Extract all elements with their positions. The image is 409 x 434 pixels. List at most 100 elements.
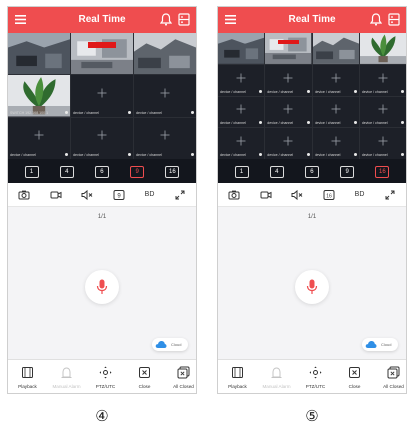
mute-button[interactable] bbox=[291, 189, 303, 201]
status-dot bbox=[65, 110, 68, 114]
cloud-label: Cloud bbox=[171, 341, 182, 347]
split-count-button[interactable]: 16 bbox=[323, 189, 335, 201]
video-cell[interactable]: SWITCH 192.168.100.1 bbox=[8, 75, 70, 117]
close-icon bbox=[349, 367, 360, 378]
bell-icon[interactable] bbox=[160, 13, 172, 26]
status-dot bbox=[259, 89, 263, 93]
split-option-16[interactable]: 16 bbox=[165, 166, 180, 178]
empty-channel-cell[interactable]: device / channel bbox=[312, 64, 359, 96]
bottom-tab-playback[interactable]: Playback bbox=[8, 360, 47, 393]
cloud-icon bbox=[365, 341, 377, 348]
cell-label: device / channel bbox=[73, 110, 99, 115]
bell-icon[interactable] bbox=[370, 13, 382, 26]
split-selector: 1 4 6 9 16 bbox=[8, 161, 196, 183]
split-option-9[interactable]: 9 bbox=[340, 166, 355, 178]
empty-channel-cell[interactable]: device / channel bbox=[134, 117, 196, 159]
fullscreen-button[interactable] bbox=[384, 189, 396, 201]
bottom-tab-label: Playback bbox=[228, 384, 247, 389]
split-option-6[interactable]: 6 bbox=[304, 166, 319, 178]
snapshot-button[interactable] bbox=[18, 189, 30, 201]
figure-caption: ④ bbox=[95, 407, 109, 425]
empty-channel-cell[interactable]: device / channel bbox=[8, 117, 70, 159]
split-option-4[interactable]: 4 bbox=[269, 166, 284, 178]
split-option-6[interactable]: 6 bbox=[94, 166, 109, 178]
recording-indicator bbox=[88, 42, 116, 48]
bottom-tab-ptz[interactable]: PTZ/UTC bbox=[296, 360, 335, 393]
video-cell[interactable] bbox=[265, 33, 312, 64]
bottom-tab-all-closed[interactable]: All Closed bbox=[164, 360, 196, 393]
status-dot bbox=[259, 153, 263, 156]
video-cell[interactable] bbox=[312, 33, 359, 64]
empty-channel-cell[interactable]: device / channel bbox=[71, 75, 133, 117]
video-cell[interactable] bbox=[71, 33, 133, 75]
status-dot bbox=[353, 89, 357, 93]
split-option-1[interactable]: 1 bbox=[24, 166, 39, 178]
empty-channel-cell[interactable]: device / channel bbox=[359, 128, 406, 159]
video-cell[interactable] bbox=[8, 33, 70, 75]
camera-feed-image bbox=[8, 33, 70, 75]
empty-channel-cell[interactable]: device / channel bbox=[359, 96, 406, 128]
bottom-tab-ptz[interactable]: PTZ/UTC bbox=[86, 360, 125, 393]
add-channel-icon bbox=[378, 136, 388, 146]
bottom-tab-label: Manual Alarm bbox=[262, 384, 291, 389]
split-option-1[interactable]: 1 bbox=[234, 166, 249, 178]
layout-icon[interactable] bbox=[388, 13, 400, 26]
playback-icon bbox=[22, 367, 33, 378]
layout-icon[interactable] bbox=[178, 13, 190, 26]
bottom-tab-manual-alarm[interactable]: Manual Alarm bbox=[47, 360, 86, 393]
video-cell[interactable] bbox=[134, 33, 196, 75]
empty-channel-cell[interactable]: device / channel bbox=[265, 128, 312, 159]
cell-label: device / channel bbox=[361, 121, 388, 126]
camera-icon bbox=[228, 190, 240, 199]
bottom-tab-close[interactable]: Close bbox=[335, 360, 374, 393]
empty-channel-cell[interactable]: device / channel bbox=[359, 64, 406, 96]
stream-quality-button[interactable]: BD bbox=[145, 189, 155, 201]
add-channel-icon bbox=[331, 104, 341, 114]
cloud-toggle[interactable]: Cloud bbox=[362, 338, 398, 351]
add-channel-icon bbox=[283, 136, 293, 146]
svg-text:9: 9 bbox=[117, 193, 121, 199]
snapshot-button[interactable] bbox=[228, 189, 240, 201]
add-channel-icon bbox=[160, 88, 170, 98]
mute-button[interactable] bbox=[81, 189, 93, 201]
split-selector: 1 4 6 9 16 bbox=[218, 161, 406, 183]
fullscreen-icon bbox=[175, 190, 185, 199]
stream-quality-button[interactable]: BD bbox=[355, 189, 365, 201]
empty-channel-cell[interactable]: device / channel bbox=[218, 96, 265, 128]
split-option-9[interactable]: 9 bbox=[130, 166, 145, 178]
record-button[interactable] bbox=[50, 189, 62, 201]
empty-channel-cell[interactable]: device / channel bbox=[134, 75, 196, 117]
bottom-tab-label: All Closed bbox=[173, 384, 194, 389]
split-count-button[interactable]: 9 bbox=[113, 189, 125, 201]
bottom-tab-label: Manual Alarm bbox=[52, 384, 81, 389]
add-channel-icon bbox=[236, 136, 246, 146]
bottom-tab-label: Playback bbox=[18, 384, 37, 389]
empty-channel-cell[interactable]: device / channel bbox=[71, 117, 133, 159]
bottom-tab-manual-alarm[interactable]: Manual Alarm bbox=[257, 360, 296, 393]
active-tab-indicator bbox=[98, 392, 113, 393]
empty-channel-cell[interactable]: device / channel bbox=[312, 128, 359, 159]
camera-feed-image bbox=[359, 33, 406, 64]
empty-channel-cell[interactable]: device / channel bbox=[218, 128, 265, 159]
active-tab-indicator bbox=[308, 392, 323, 393]
fullscreen-button[interactable] bbox=[174, 189, 186, 201]
split-option-16[interactable]: 16 bbox=[375, 166, 390, 178]
bottom-tab-close[interactable]: Close bbox=[125, 360, 164, 393]
record-button[interactable] bbox=[260, 189, 272, 201]
video-cell[interactable] bbox=[359, 33, 406, 64]
empty-channel-cell[interactable]: device / channel bbox=[265, 96, 312, 128]
page-indicator: 1/1 bbox=[307, 214, 317, 220]
empty-channel-cell[interactable]: device / channel bbox=[218, 64, 265, 96]
bottom-tab-label: Close bbox=[138, 384, 151, 389]
camera-feed-image bbox=[218, 33, 265, 64]
video-cell[interactable] bbox=[218, 33, 265, 64]
talk-button[interactable] bbox=[85, 270, 119, 304]
talk-button[interactable] bbox=[295, 270, 329, 304]
empty-channel-cell[interactable]: device / channel bbox=[312, 96, 359, 128]
bottom-tab-playback[interactable]: Playback bbox=[218, 360, 257, 393]
cloud-toggle[interactable]: Cloud bbox=[152, 338, 188, 351]
add-channel-icon bbox=[236, 104, 246, 114]
split-option-4[interactable]: 4 bbox=[59, 166, 74, 178]
empty-channel-cell[interactable]: device / channel bbox=[265, 64, 312, 96]
bottom-tab-all-closed[interactable]: All Closed bbox=[374, 360, 406, 393]
